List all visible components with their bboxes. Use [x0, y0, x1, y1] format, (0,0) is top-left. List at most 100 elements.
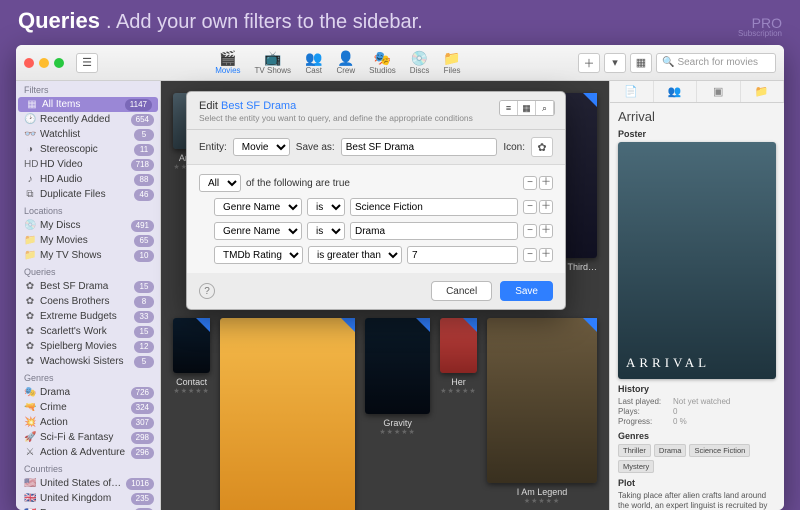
count-badge: 15: [134, 281, 154, 293]
tab-studios[interactable]: 🎭Studios: [369, 51, 396, 75]
sidebar-item-icon: ✿: [24, 311, 36, 322]
sidebar-item-action-adventure[interactable]: ⚔Action & Adventure296: [16, 445, 160, 460]
sidebar-item-best-sf-drama[interactable]: ✿Best SF Drama15: [16, 279, 160, 294]
add-button[interactable]: ＋: [578, 53, 600, 73]
sidebar-item-united-kingdom[interactable]: 🇬🇧United Kingdom235: [16, 491, 160, 506]
sidebar-toggle-button[interactable]: ☰: [76, 53, 98, 73]
help-button[interactable]: ?: [199, 283, 215, 299]
inspector-poster[interactable]: ARRIVAL: [618, 142, 776, 379]
value-input[interactable]: [350, 222, 518, 240]
remove-rule-button[interactable]: −: [523, 176, 537, 190]
sidebar-item-icon: 🕑: [24, 114, 36, 125]
add-rule-button[interactable]: ＋: [539, 176, 553, 190]
sidebar-item-wachowski-sisters[interactable]: ✿Wachowski Sisters5: [16, 354, 160, 369]
sidebar-item-my-discs[interactable]: 💿My Discs491: [16, 218, 160, 233]
sidebar-item-coens-brothers[interactable]: ✿Coens Brothers8: [16, 294, 160, 309]
close-icon[interactable]: [24, 58, 34, 68]
movie-card[interactable]: Eternal Sunshine of the Spotles…★★★★★: [220, 318, 355, 510]
tab-crew[interactable]: 👤Crew: [336, 51, 355, 75]
movie-poster[interactable]: [487, 318, 597, 483]
count-badge: 15: [134, 326, 154, 338]
cancel-button[interactable]: Cancel: [431, 281, 492, 301]
movie-poster[interactable]: [173, 318, 210, 374]
minimize-icon[interactable]: [39, 58, 49, 68]
tab-discs[interactable]: 💿Discs: [410, 51, 430, 75]
icon-picker[interactable]: ✿: [531, 137, 553, 157]
sidebar-item-recently-added[interactable]: 🕑Recently Added654: [16, 112, 160, 127]
genre-tag[interactable]: Science Fiction: [689, 444, 750, 457]
view-button[interactable]: ▦: [630, 53, 652, 73]
inspector-tab-cast[interactable]: 👥: [654, 81, 698, 102]
entity-select[interactable]: Movie: [233, 138, 290, 156]
query-name-link[interactable]: Best SF Drama: [221, 100, 296, 112]
remove-rule-button[interactable]: −: [523, 224, 537, 238]
movie-card[interactable]: Gravity★★★★★: [365, 318, 430, 510]
sidebar-item-hd-video[interactable]: HDHD Video718: [16, 157, 160, 172]
sidebar-item-action[interactable]: 💥Action307: [16, 415, 160, 430]
field-select[interactable]: Genre Name: [214, 198, 302, 216]
search-input[interactable]: 🔍 Search for movies: [656, 53, 776, 73]
movie-card[interactable]: Contact★★★★★: [173, 318, 210, 510]
sidebar-item-extreme-budgets[interactable]: ✿Extreme Budgets33: [16, 309, 160, 324]
dialog-segmented[interactable]: ≡▦⌕: [499, 100, 555, 116]
sidebar-item-label: Stereoscopic: [40, 144, 130, 155]
sidebar-item-all-items[interactable]: ▦All Items1147: [18, 97, 158, 112]
inspector-tab-info[interactable]: 📄: [610, 81, 654, 102]
sidebar-item-icon: 🚀: [24, 432, 36, 443]
sidebar-item-spielberg-movies[interactable]: ✿Spielberg Movies12: [16, 339, 160, 354]
sidebar-item-hd-audio[interactable]: ♪HD Audio88: [16, 172, 160, 187]
movie-title: Gravity: [383, 418, 412, 428]
saveas-input[interactable]: [341, 138, 498, 156]
remove-rule-button[interactable]: −: [523, 248, 537, 262]
tab-tv-shows[interactable]: 📺TV Shows: [255, 51, 291, 75]
inspector-tab-media[interactable]: ▣: [697, 81, 741, 102]
sidebar-item-icon: ✿: [24, 296, 36, 307]
inspector-tab-files[interactable]: 📁: [741, 81, 785, 102]
op-select[interactable]: is: [307, 198, 345, 216]
tab-cast[interactable]: 👥Cast: [305, 51, 322, 75]
sidebar-item-label: Crime: [40, 402, 127, 413]
sidebar-item-my-movies[interactable]: 📁My Movies65: [16, 233, 160, 248]
sidebar-item-icon: ⧉: [24, 189, 36, 200]
sidebar-item-label: Scarlett's Work: [40, 326, 130, 337]
op-select[interactable]: is: [307, 222, 345, 240]
sidebar-item-crime[interactable]: 🔫Crime324: [16, 400, 160, 415]
movie-card[interactable]: Her★★★★★: [440, 318, 477, 510]
movie-card[interactable]: I Am Legend★★★★★: [487, 318, 597, 510]
zoom-icon[interactable]: [54, 58, 64, 68]
sidebar-item-drama[interactable]: 🎭Drama726: [16, 385, 160, 400]
sidebar-item-my-tv-shows[interactable]: 📁My TV Shows10: [16, 248, 160, 263]
sidebar-item-sci-fi-fantasy[interactable]: 🚀Sci-Fi & Fantasy298: [16, 430, 160, 445]
sidebar-item-icon: 💥: [24, 417, 36, 428]
sidebar-item-united-states-of-am-[interactable]: 🇺🇸United States of Am…1016: [16, 476, 160, 491]
genre-tag[interactable]: Drama: [654, 444, 687, 457]
sidebar-item-stereoscopic[interactable]: ◑Stereoscopic11: [16, 142, 160, 157]
window-controls[interactable]: [24, 58, 64, 68]
sidebar-item-scarlett-s-work[interactable]: ✿Scarlett's Work15: [16, 324, 160, 339]
save-button[interactable]: Save: [500, 281, 553, 301]
tab-movies[interactable]: 🎬Movies: [215, 51, 240, 75]
genre-tag[interactable]: Mystery: [618, 460, 654, 473]
sidebar-item-watchlist[interactable]: 👓Watchlist5: [16, 127, 160, 142]
field-select[interactable]: Genre Name: [214, 222, 302, 240]
add-rule-button[interactable]: ＋: [539, 200, 553, 214]
field-select[interactable]: TMDb Rating: [214, 246, 303, 264]
value-input[interactable]: [350, 198, 518, 216]
sidebar-item-france[interactable]: 🇫🇷France89: [16, 506, 160, 510]
add-rule-button[interactable]: ＋: [539, 224, 553, 238]
movie-poster[interactable]: [220, 318, 355, 510]
poster-heading: Poster: [618, 129, 776, 139]
sidebar-item-duplicate-files[interactable]: ⧉Duplicate Files46: [16, 187, 160, 202]
movie-poster[interactable]: [365, 318, 430, 415]
sidebar-item-icon: 📁: [24, 250, 36, 261]
match-select[interactable]: All: [199, 174, 241, 192]
genre-tag[interactable]: Thriller: [618, 444, 651, 457]
op-select[interactable]: is greater than: [308, 246, 402, 264]
tab-files[interactable]: 📁Files: [443, 51, 460, 75]
add-rule-button[interactable]: ＋: [539, 248, 553, 262]
value-input[interactable]: [407, 246, 518, 264]
filter-button[interactable]: ▾: [604, 53, 626, 73]
movie-poster[interactable]: [440, 318, 477, 374]
count-badge: 12: [134, 341, 154, 353]
remove-rule-button[interactable]: −: [523, 200, 537, 214]
